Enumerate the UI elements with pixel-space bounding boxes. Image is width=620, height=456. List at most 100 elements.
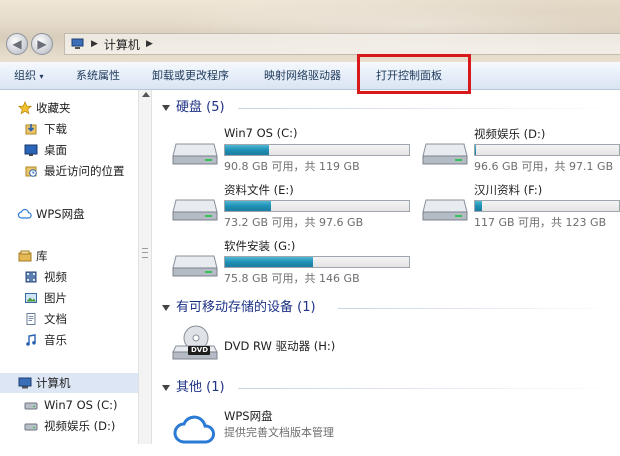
hard-drive-icon <box>422 194 468 222</box>
document-library-icon <box>24 312 38 326</box>
group-removable-storage[interactable]: 有可移动存储的设备 (1) <box>162 298 316 318</box>
hard-drive-icon <box>24 398 38 412</box>
organize-menu[interactable]: 组织 ▾ <box>14 62 44 89</box>
nav-music-label: 音乐 <box>44 333 67 347</box>
dvd-drive-icon: DVD <box>172 324 218 360</box>
nav-drive-c[interactable]: Win7 OS (C:) <box>0 395 138 415</box>
nav-wps-cloud[interactable]: WPS网盘 <box>0 204 138 224</box>
drive-usage-bar <box>224 200 410 212</box>
group-hard-disks-label: 硬盘 (5) <box>176 100 225 115</box>
drive-space-info: 90.8 GB 可用，共 119 GB <box>224 160 360 173</box>
drive-name: 视频娱乐 (D:) <box>474 127 546 141</box>
drive-usage-fill <box>475 201 483 211</box>
drive-g-tile[interactable]: 软件安装 (G:) 75.8 GB 可用，共 146 GB <box>172 236 412 286</box>
nav-drive-d[interactable]: 视频娱乐 (D:) <box>0 416 138 436</box>
dropdown-arrow-icon: ▾ <box>39 72 44 81</box>
drive-d-tile[interactable]: 视频娱乐 (D:) 96.6 GB 可用，共 97.1 GB <box>422 124 620 174</box>
map-network-drive-button[interactable]: 映射网络驱动器 <box>264 62 341 89</box>
drive-space-info: 96.6 GB 可用，共 97.1 GB <box>474 160 614 173</box>
nav-library-label: 库 <box>36 249 48 263</box>
library-icon <box>18 249 32 263</box>
drive-usage-bar <box>474 200 620 212</box>
group-divider <box>238 108 620 109</box>
recent-places-icon <box>24 164 38 178</box>
hard-drive-icon <box>422 138 468 166</box>
cloud-icon <box>172 412 218 446</box>
nav-desktop[interactable]: 桌面 <box>0 140 138 160</box>
nav-libraries[interactable]: 库 <box>0 246 138 266</box>
desktop-icon <box>24 143 38 157</box>
dvd-badge-label: DVD <box>191 346 209 354</box>
breadcrumb-computer[interactable]: 计算机 <box>104 36 140 53</box>
nav-downloads-label: 下载 <box>44 122 67 136</box>
group-divider <box>238 388 620 389</box>
nav-computer-label: 计算机 <box>36 376 71 390</box>
wps-cloud-description: 提供完善文档版本管理 <box>224 426 334 439</box>
hard-drive-icon <box>172 250 218 278</box>
group-other[interactable]: 其他 (1) <box>162 378 225 398</box>
hard-drive-icon <box>24 419 38 433</box>
nav-recent-places[interactable]: 最近访问的位置 <box>0 161 138 181</box>
drive-usage-fill <box>475 145 477 155</box>
nav-computer[interactable]: 计算机 <box>0 373 138 393</box>
drive-name: 资料文件 (E:) <box>224 183 294 197</box>
nav-recent-label: 最近访问的位置 <box>44 164 125 178</box>
group-divider <box>338 308 620 309</box>
cloud-icon <box>17 207 32 221</box>
star-icon <box>17 100 33 115</box>
address-bar[interactable]: ▶ 计算机 ▶ <box>64 33 620 55</box>
drive-usage-bar <box>224 256 410 268</box>
system-properties-button[interactable]: 系统属性 <box>76 62 120 89</box>
nav-documents[interactable]: 文档 <box>0 309 138 329</box>
navigation-pane: 收藏夹 下载 桌面 最近访问的位置 WPS网盘 库 视频 图片 文档 音乐 计算… <box>0 90 138 444</box>
nav-downloads[interactable]: 下载 <box>0 119 138 139</box>
hard-drive-icon <box>172 194 218 222</box>
dvd-drive-name: DVD RW 驱动器 (H:) <box>224 339 336 353</box>
picture-library-icon <box>24 291 38 305</box>
drive-usage-fill <box>225 201 271 211</box>
nav-favorites[interactable]: 收藏夹 <box>0 98 138 118</box>
hard-drive-icon <box>172 138 218 166</box>
uninstall-program-button[interactable]: 卸载或更改程序 <box>152 62 229 89</box>
pane-splitter[interactable] <box>138 90 152 444</box>
command-toolbar: 组织 ▾ 系统属性 卸载或更改程序 映射网络驱动器 打开控制面板 <box>0 62 620 90</box>
nav-videos[interactable]: 视频 <box>0 267 138 287</box>
forward-button[interactable]: ▶ <box>31 33 53 55</box>
nav-documents-label: 文档 <box>44 312 67 326</box>
group-other-label: 其他 (1) <box>176 380 225 395</box>
download-folder-icon <box>24 122 38 136</box>
dvd-drive-tile[interactable]: DVD DVD RW 驱动器 (H:) <box>172 318 412 368</box>
breadcrumb-separator-icon: ▶ <box>91 39 98 49</box>
nav-wps-label: WPS网盘 <box>36 207 85 221</box>
forward-arrow-icon: ▶ <box>37 37 47 51</box>
nav-music[interactable]: 音乐 <box>0 330 138 350</box>
drive-name: Win7 OS (C:) <box>224 126 298 140</box>
nav-videos-label: 视频 <box>44 270 67 284</box>
highlight-annotation <box>357 54 471 94</box>
group-hard-disks[interactable]: 硬盘 (5) <box>162 98 225 118</box>
back-button[interactable]: ◀ <box>6 33 28 55</box>
collapse-triangle-icon <box>162 384 170 391</box>
drive-space-info: 117 GB 可用，共 123 GB <box>474 216 607 229</box>
nav-favorites-label: 收藏夹 <box>36 101 71 115</box>
collapse-triangle-icon <box>162 104 170 111</box>
drive-usage-bar <box>224 144 410 156</box>
wps-cloud-tile[interactable]: WPS网盘 提供完善文档版本管理 <box>172 406 412 456</box>
music-library-icon <box>24 333 38 347</box>
drive-space-info: 75.8 GB 可用，共 146 GB <box>224 272 360 285</box>
drive-f-tile[interactable]: 汉川资料 (F:) 117 GB 可用，共 123 GB <box>422 180 620 230</box>
scroll-up-arrow-icon[interactable] <box>142 92 150 97</box>
computer-icon <box>71 38 85 50</box>
content-pane: 硬盘 (5) Win7 OS (C:) 90.8 GB 可用，共 119 GB … <box>152 90 620 444</box>
drive-name: 软件安装 (G:) <box>224 239 296 253</box>
breadcrumb-separator-icon: ▶ <box>145 39 153 49</box>
nav-pictures[interactable]: 图片 <box>0 288 138 308</box>
drive-c-tile[interactable]: Win7 OS (C:) 90.8 GB 可用，共 119 GB <box>172 124 412 174</box>
drive-e-tile[interactable]: 资料文件 (E:) 73.2 GB 可用，共 97.6 GB <box>172 180 412 230</box>
nav-pictures-label: 图片 <box>44 291 67 305</box>
splitter-grip-icon[interactable] <box>142 248 148 258</box>
nav-desktop-label: 桌面 <box>44 143 67 157</box>
organize-label: 组织 <box>14 69 36 82</box>
group-removable-label: 有可移动存储的设备 (1) <box>176 300 316 315</box>
drive-usage-fill <box>225 257 314 267</box>
